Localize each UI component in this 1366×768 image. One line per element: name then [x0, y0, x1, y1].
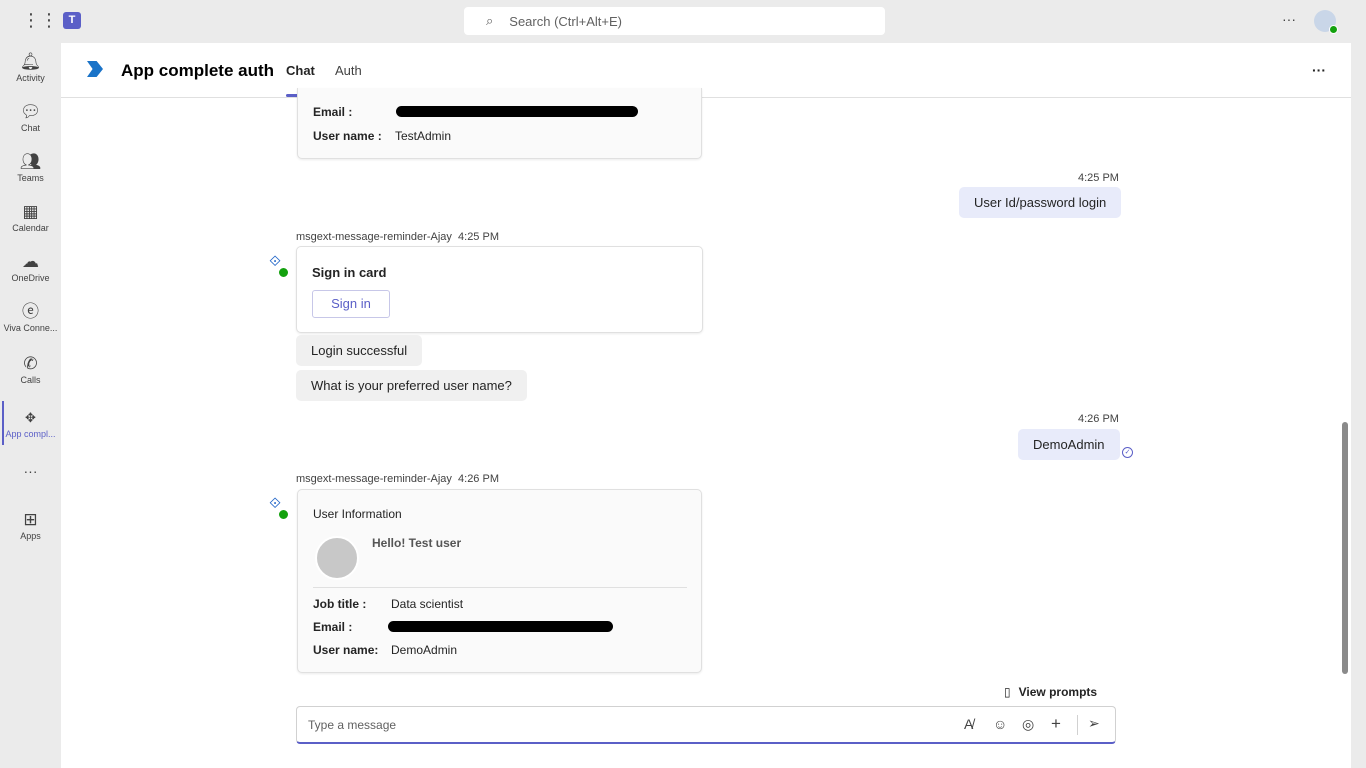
page-title: App complete auth	[121, 61, 275, 80]
rail-item-calls[interactable]: ✆ Calls	[0, 353, 61, 385]
read-receipt-icon: ✓	[1122, 447, 1133, 458]
format-icon[interactable]: A̸	[964, 716, 973, 732]
loop-icon[interactable]: ◎	[1022, 716, 1034, 733]
rail-item-chat[interactable]: 💬︎ Chat	[0, 101, 61, 133]
sender-name: msgext-message-reminder-Ajay 4:26 PM	[296, 473, 499, 485]
teams-logo-icon: T	[63, 12, 81, 29]
rail-item-onedrive[interactable]: ☁︎ OneDrive	[0, 251, 61, 283]
teams-icon: 👥︎	[19, 152, 42, 171]
tab-auth[interactable]: Auth	[335, 63, 362, 78]
message-bubble: What is your preferred user name?	[296, 370, 527, 401]
scrollbar[interactable]	[1342, 422, 1348, 674]
chat-pane	[61, 43, 1351, 768]
app-rail: 🔔︎ Activity 💬︎ Chat 👥︎ Teams ▦ Calendar ☁︎ On…	[0, 43, 61, 768]
bot-avatar-icon: ⟐	[264, 253, 289, 278]
redacted-email	[396, 106, 638, 117]
message-bubble: DemoAdmin	[1018, 429, 1120, 460]
user-information-card: User Information Hello! Test user Job ti…	[297, 489, 702, 673]
rail-item-teams[interactable]: 👥︎ Teams	[0, 151, 61, 183]
prompts-icon: ▯	[1004, 685, 1011, 699]
rail-item-calendar[interactable]: ▦ Calendar	[0, 201, 61, 233]
chat-icon: 💬︎	[19, 102, 42, 121]
user-info-card: Email : User name : TestAdmin	[297, 88, 702, 159]
rail-item-viva[interactable]: ⓔ Viva Conne...	[0, 301, 61, 333]
profile-photo	[315, 536, 359, 580]
app-icon: ✥	[25, 410, 36, 425]
divider	[313, 587, 687, 588]
more-apps-icon[interactable]: ···	[0, 463, 61, 479]
message-input[interactable]: Type a message A̸ ☺ ◎ + ➢	[296, 706, 1116, 744]
viva-icon: ⓔ	[22, 302, 39, 321]
bell-icon: 🔔︎	[19, 52, 42, 71]
plus-icon: ⊞	[23, 510, 38, 529]
rail-item-apps[interactable]: ⊞ Apps	[0, 509, 61, 541]
search-input[interactable]: ⌕ Search (Ctrl+Alt+E)	[464, 7, 885, 35]
tab-chat[interactable]: Chat	[286, 63, 315, 78]
plus-icon[interactable]: +	[1051, 714, 1061, 734]
sign-in-card: Sign in card Sign in	[296, 246, 703, 333]
rail-item-activity[interactable]: 🔔︎ Activity	[0, 51, 61, 83]
header-more-icon[interactable]: ···	[1312, 62, 1326, 78]
search-icon: ⌕	[486, 13, 494, 28]
send-icon[interactable]: ➢	[1088, 715, 1100, 732]
cloud-icon: ☁︎	[22, 252, 39, 271]
redacted-email	[388, 621, 613, 632]
message-bubble: Login successful	[296, 335, 423, 366]
message-bubble: User Id/password login	[959, 187, 1122, 218]
bot-avatar-icon: ⟐	[264, 495, 289, 520]
sender-name: msgext-message-reminder-Ajay 4:25 PM	[296, 231, 499, 243]
divider	[1077, 715, 1078, 735]
view-prompts-button[interactable]: ▯ View prompts	[1004, 685, 1097, 699]
avatar[interactable]	[1314, 10, 1338, 34]
emoji-icon[interactable]: ☺	[993, 716, 1007, 732]
sign-in-button[interactable]: Sign in	[312, 290, 390, 318]
phone-icon: ✆	[23, 354, 38, 373]
calendar-icon: ▦	[22, 202, 39, 221]
rail-item-app[interactable]: ✥ App compl...	[0, 401, 61, 445]
more-options-icon[interactable]: ···	[1282, 11, 1296, 27]
